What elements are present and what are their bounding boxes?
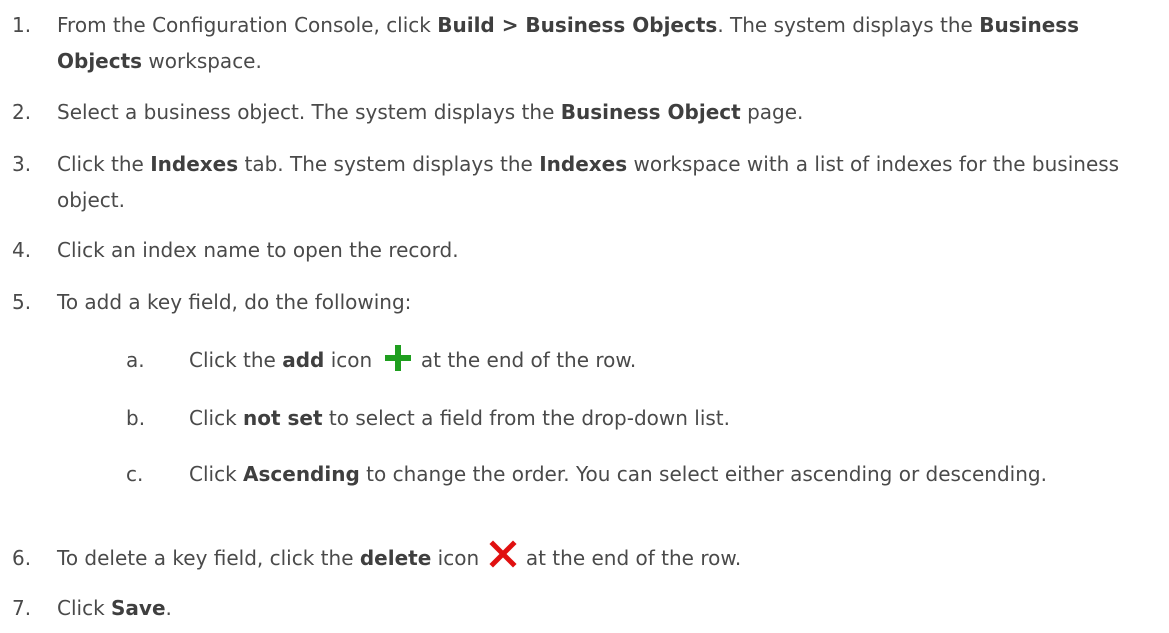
add-icon bbox=[384, 345, 411, 371]
text-run: Click an index name to open the record. bbox=[57, 238, 459, 262]
text-run: Click the bbox=[57, 152, 151, 176]
text-run: Click bbox=[57, 596, 112, 620]
step-text: To add a key field, do the following: bbox=[57, 284, 1152, 320]
step-number: 1. bbox=[12, 13, 32, 37]
step-number: 4. bbox=[12, 238, 32, 262]
text-run: From the Configuration Console, click bbox=[57, 13, 438, 37]
text-run: icon bbox=[324, 348, 379, 372]
text-run: Select a business object. The system dis… bbox=[57, 100, 561, 124]
text-run: tab. The system displays the bbox=[238, 152, 540, 176]
step-number: 3. bbox=[12, 152, 32, 176]
bold-term: Save bbox=[111, 596, 166, 620]
bold-term: Business Object bbox=[560, 100, 741, 124]
text-run: to change the order. You can select eith… bbox=[359, 462, 1047, 486]
bold-term: delete bbox=[359, 546, 432, 570]
bold-term: Ascending bbox=[243, 462, 360, 486]
bold-term: Build > Business Objects bbox=[437, 13, 718, 37]
text-run: Click the bbox=[189, 348, 283, 372]
text-run: To delete a key field, click the bbox=[57, 546, 360, 570]
step-number: 6. bbox=[12, 546, 32, 570]
substep-letter: a. bbox=[126, 348, 145, 372]
text-run: page. bbox=[740, 100, 804, 124]
step-text: Select a business object. The system dis… bbox=[57, 94, 1152, 130]
substep-letter: c. bbox=[126, 462, 144, 486]
text-run: . bbox=[165, 596, 172, 620]
text-run: To add a key field, do the following: bbox=[57, 290, 412, 314]
substep-text: Click the add icon at the end of the row… bbox=[189, 342, 1154, 378]
delete-icon bbox=[489, 540, 518, 568]
step-number: 5. bbox=[12, 290, 32, 314]
step-text: Click Save. bbox=[57, 590, 1152, 626]
text-run: at the end of the row. bbox=[519, 546, 742, 570]
text-run: workspace. bbox=[142, 49, 262, 73]
bold-term: Indexes bbox=[150, 152, 239, 176]
bold-term: Indexes bbox=[539, 152, 628, 176]
text-run: Click bbox=[189, 462, 244, 486]
step-text: Click an index name to open the record. bbox=[57, 232, 1152, 268]
step-number: 7. bbox=[12, 596, 32, 620]
text-run: icon bbox=[431, 546, 486, 570]
substep-text: Click Ascending to change the order. You… bbox=[189, 456, 1154, 492]
step-text: Click the Indexes tab. The system displa… bbox=[57, 146, 1152, 218]
bold-term: add bbox=[282, 348, 325, 372]
substep-letter: b. bbox=[126, 406, 146, 430]
substep-text: Click not set to select a field from the… bbox=[189, 400, 1154, 436]
step-number: 2. bbox=[12, 100, 32, 124]
text-run: at the end of the row. bbox=[414, 348, 637, 372]
text-run: . The system displays the bbox=[717, 13, 980, 37]
text-run: to select a field from the drop-down lis… bbox=[322, 406, 731, 430]
bold-term: not set bbox=[243, 406, 323, 430]
step-text: To delete a key field, click the delete … bbox=[57, 540, 1152, 576]
text-run: Click bbox=[189, 406, 244, 430]
step-text: From the Configuration Console, click Bu… bbox=[57, 7, 1152, 79]
